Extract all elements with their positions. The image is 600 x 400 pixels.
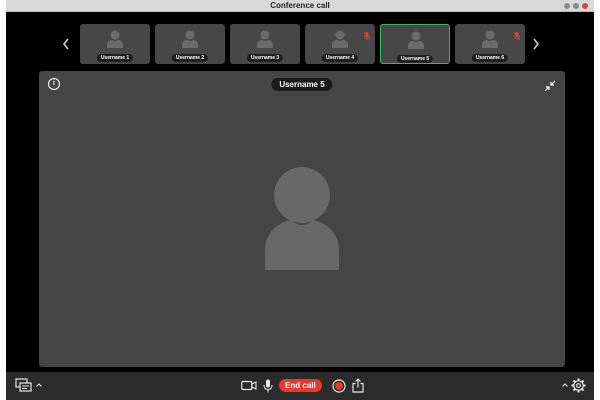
participant-tile[interactable]: Username 2: [155, 24, 225, 64]
microphone-icon[interactable]: [263, 379, 273, 393]
gear-icon[interactable]: [571, 378, 586, 393]
chevron-left-icon[interactable]: [60, 36, 72, 52]
window-controls: [564, 3, 588, 9]
info-icon[interactable]: i: [48, 78, 60, 90]
avatar: [107, 30, 123, 48]
microphone-muted-icon: [363, 27, 371, 41]
participant-name: Username 1: [96, 54, 134, 62]
participant-name: Username 6: [471, 54, 509, 62]
participant-name: Username 3: [246, 54, 284, 62]
chevron-right-icon[interactable]: [530, 36, 542, 52]
call-toolbar: End call: [6, 372, 594, 400]
participant-name: Username 2: [171, 54, 209, 62]
avatar: [332, 30, 348, 48]
participant-tile[interactable]: Username 1: [80, 24, 150, 64]
avatar: [257, 30, 273, 48]
participant-tile[interactable]: Username 6: [455, 24, 525, 64]
chevron-up-icon[interactable]: [36, 383, 42, 387]
avatar: [482, 30, 498, 48]
avatar: [182, 30, 198, 48]
share-icon[interactable]: [352, 378, 364, 393]
chevron-up-icon[interactable]: [562, 383, 568, 387]
window-title: Conference call: [270, 1, 330, 10]
close-window-button[interactable]: [582, 3, 588, 9]
avatar: [265, 166, 339, 270]
zoom-window-button[interactable]: [573, 3, 579, 9]
main-video-stage: i Username 5: [39, 71, 565, 367]
minimize-window-button[interactable]: [564, 3, 570, 9]
participant-name: Username 4: [321, 54, 359, 62]
minimize-icon[interactable]: [544, 79, 556, 92]
avatar: [408, 31, 424, 49]
chat-icon[interactable]: [15, 378, 33, 394]
end-call-button[interactable]: End call: [279, 379, 322, 392]
record-icon[interactable]: [332, 379, 346, 393]
active-speaker-label: Username 5: [271, 78, 333, 91]
video-camera-icon[interactable]: [241, 380, 257, 391]
participant-tile[interactable]: Username 3: [230, 24, 300, 64]
participant-name: Username 5: [396, 55, 434, 63]
microphone-muted-icon: [513, 27, 521, 41]
participant-tile[interactable]: Username 5: [380, 24, 450, 64]
title-bar: Conference call: [6, 0, 594, 12]
participant-tile[interactable]: Username 4: [305, 24, 375, 64]
conference-window: Conference call Username 1 Username 2 User…: [6, 0, 594, 400]
